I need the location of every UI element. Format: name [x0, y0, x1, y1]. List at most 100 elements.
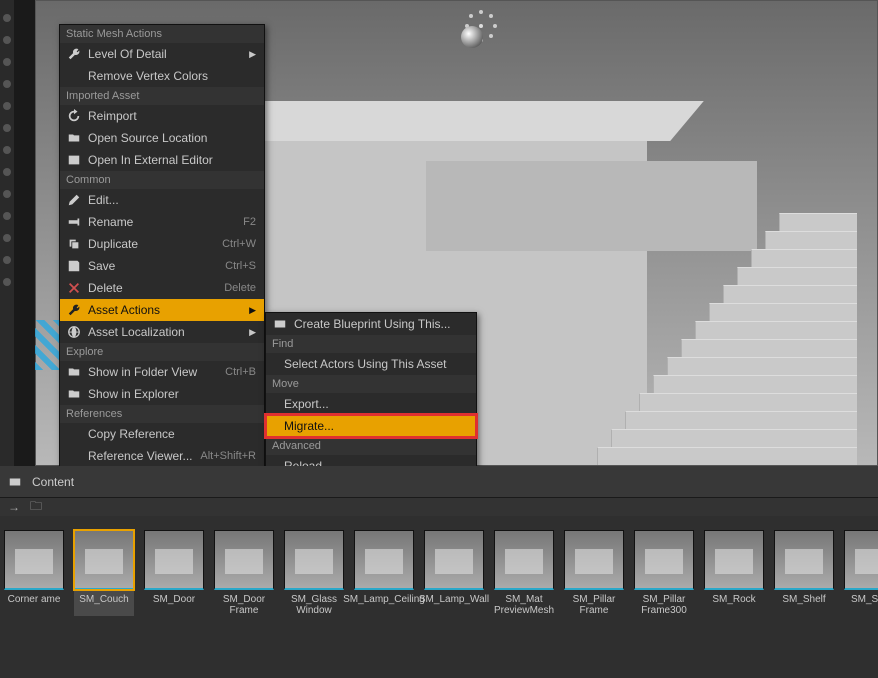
asset-thumb[interactable]: Corner ame: [4, 530, 64, 616]
pencil-icon: [66, 192, 82, 208]
chevron-right-icon: ▶: [249, 327, 256, 338]
asset-thumb-label: SM_Glass Window: [284, 594, 344, 616]
menu-open-source-location[interactable]: Open Source Location: [60, 127, 264, 149]
asset-thumb-label: SM_Pillar Frame300: [634, 594, 694, 616]
asset-thumb-label: SM_Couch: [79, 594, 128, 616]
shortcut-label: Ctrl+W: [222, 238, 256, 250]
section-static-mesh: Static Mesh Actions: [60, 25, 264, 43]
menu-show-explorer[interactable]: Show in Explorer: [60, 383, 264, 405]
menu-asset-actions[interactable]: Asset Actions ▶: [60, 299, 264, 321]
chevron-right-icon: ▶: [249, 305, 256, 316]
asset-thumb-preview: [214, 530, 274, 590]
asset-thumbnails: Corner ame SM_Couch SM_Door SM_Door Frame SM…: [0, 524, 878, 678]
menu-delete[interactable]: Delete Delete: [60, 277, 264, 299]
menu-item-label: Select Actors Using This Asset: [284, 357, 468, 371]
menu-duplicate[interactable]: Duplicate Ctrl+W: [60, 233, 264, 255]
menu-show-folder[interactable]: Show in Folder View Ctrl+B: [60, 361, 264, 383]
section-imported: Imported Asset: [60, 87, 264, 105]
explorer-icon: [66, 386, 82, 402]
external-editor-icon: [66, 152, 82, 168]
submenu-section-find: Find: [266, 335, 476, 353]
blank-icon: [66, 68, 82, 84]
tab-icon: [8, 475, 22, 489]
asset-thumb-label: Corner ame: [8, 594, 61, 616]
asset-thumb-label: SM_Lamp_Wall: [419, 594, 489, 616]
tab-label[interactable]: Content: [32, 475, 74, 489]
menu-rename[interactable]: Rename F2: [60, 211, 264, 233]
menu-reference-viewer[interactable]: Reference Viewer... Alt+Shift+R: [60, 445, 264, 467]
asset-thumb[interactable]: SM_Shelf: [774, 530, 834, 616]
content-browser-tabbar: Content: [0, 466, 878, 498]
nav-forward-icon[interactable]: →: [8, 500, 20, 514]
asset-thumb-preview: [494, 530, 554, 590]
menu-item-label: Level Of Detail: [88, 47, 243, 61]
asset-thumb-label: SM_Mat PreviewMesh 02: [494, 594, 554, 616]
menu-edit[interactable]: Edit...: [60, 189, 264, 211]
asset-thumb[interactable]: SM_Door: [144, 530, 204, 616]
menu-item-label: Delete: [88, 281, 224, 295]
save-icon: [66, 258, 82, 274]
asset-thumb[interactable]: SM_Rock: [704, 530, 764, 616]
asset-thumb[interactable]: SM_Lamp_Ceiling: [354, 530, 414, 616]
menu-item-label: Create Blueprint Using This...: [294, 317, 468, 331]
menu-item-label: Duplicate: [88, 237, 222, 251]
submenu-section-advanced: Advanced: [266, 437, 476, 455]
sun-gizmo: [451, 0, 506, 51]
shortcut-label: Delete: [224, 282, 256, 294]
asset-thumb[interactable]: SM_Door Frame: [214, 530, 274, 616]
submenu-create-blueprint[interactable]: Create Blueprint Using This...: [266, 313, 476, 335]
menu-item-label: Rename: [88, 215, 243, 229]
asset-thumb[interactable]: SM_Pillar Frame: [564, 530, 624, 616]
asset-thumb[interactable]: SM_Glass Window: [284, 530, 344, 616]
shortcut-label: F2: [243, 216, 256, 228]
asset-thumb[interactable]: SM_Mat PreviewMesh 02: [494, 530, 554, 616]
asset-thumb[interactable]: SM_Couch: [74, 530, 134, 616]
asset-thumb-preview: [424, 530, 484, 590]
menu-open-external[interactable]: Open In External Editor: [60, 149, 264, 171]
menu-item-label: Open In External Editor: [88, 153, 256, 167]
asset-thumb[interactable]: SM_Stairs: [844, 530, 878, 616]
asset-thumb-label: SM_Lamp_Ceiling: [343, 594, 425, 616]
shortcut-label: Alt+Shift+R: [200, 450, 256, 462]
blank-icon: [66, 426, 82, 442]
menu-item-label: Reference Viewer...: [88, 449, 200, 463]
menu-asset-localization[interactable]: Asset Localization ▶: [60, 321, 264, 343]
menu-copy-reference[interactable]: Copy Reference: [60, 423, 264, 445]
asset-thumb-label: SM_Stairs: [851, 594, 878, 616]
delete-icon: [66, 280, 82, 296]
wrench-icon: [66, 46, 82, 62]
content-browser: Content → 🗀 Corner ame SM_Couch SM_Door SM_…: [0, 466, 878, 678]
submenu-export[interactable]: Export...: [266, 393, 476, 415]
menu-item-label: Reimport: [88, 109, 256, 123]
shortcut-label: Ctrl+S: [225, 260, 256, 272]
asset-thumb-label: SM_Pillar Frame: [564, 594, 624, 616]
section-explore: Explore: [60, 343, 264, 361]
reimport-icon: [66, 108, 82, 124]
asset-thumb[interactable]: SM_Lamp_Wall: [424, 530, 484, 616]
folder-search-icon: [66, 130, 82, 146]
menu-item-label: Migrate...: [284, 419, 468, 433]
submenu-migrate[interactable]: Migrate...: [266, 415, 476, 437]
menu-remove-vertex-colors[interactable]: Remove Vertex Colors: [60, 65, 264, 87]
content-browser-toolbar: → 🗀: [0, 498, 878, 516]
globe-icon: [66, 324, 82, 340]
menu-item-label: Show in Explorer: [88, 387, 256, 401]
asset-thumb-preview: [634, 530, 694, 590]
blueprint-icon: [272, 316, 288, 332]
asset-thumb-label: SM_Door Frame: [214, 594, 274, 616]
submenu-section-move: Move: [266, 375, 476, 393]
asset-thumb-preview: [704, 530, 764, 590]
menu-level-of-detail[interactable]: Level Of Detail ▶: [60, 43, 264, 65]
menu-item-label: Copy Reference: [88, 427, 256, 441]
menu-reimport[interactable]: Reimport: [60, 105, 264, 127]
chevron-right-icon: ▶: [249, 49, 256, 60]
asset-thumb[interactable]: SM_Pillar Frame300: [634, 530, 694, 616]
menu-item-label: Edit...: [88, 193, 256, 207]
selection-highlight: [35, 320, 59, 370]
asset-thumb-label: SM_Shelf: [782, 594, 825, 616]
folder-icon[interactable]: 🗀: [30, 497, 42, 518]
asset-thumb-preview: [74, 530, 134, 590]
submenu-select-actors[interactable]: Select Actors Using This Asset: [266, 353, 476, 375]
menu-save[interactable]: Save Ctrl+S: [60, 255, 264, 277]
wrench-icon: [66, 302, 82, 318]
